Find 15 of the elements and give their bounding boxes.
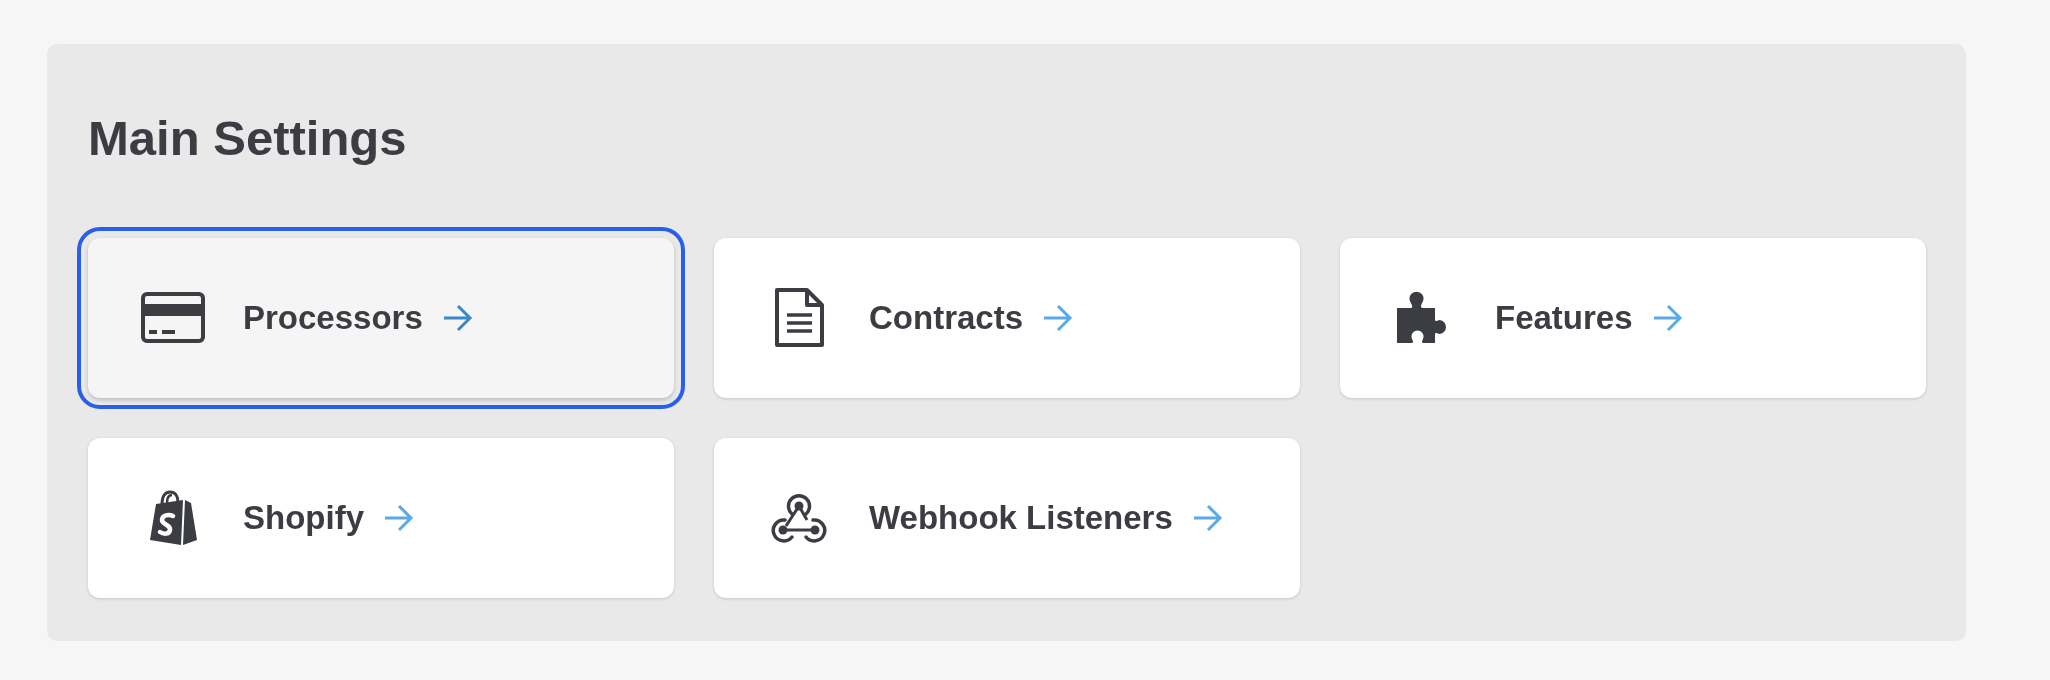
arrow-right-icon [384,503,414,532]
settings-tile[interactable]: Shopify [88,437,674,598]
arrow-right-icon [1652,303,1683,332]
webhook-icon [770,492,828,543]
section-title: Main Settings [88,110,408,167]
settings-tile[interactable]: Webhook Listeners [714,437,1300,598]
settings-tile[interactable]: Processors [88,237,674,398]
credit-card-icon [141,292,205,344]
arrow-right-icon [1043,303,1074,332]
settings-tile[interactable]: Contracts [714,237,1300,398]
settings-tile[interactable]: Features [1340,237,1926,398]
arrow-right-icon [1192,503,1223,532]
arrow-right-icon [442,303,473,332]
shopping-bag-icon [149,490,197,546]
document-icon [773,287,825,349]
